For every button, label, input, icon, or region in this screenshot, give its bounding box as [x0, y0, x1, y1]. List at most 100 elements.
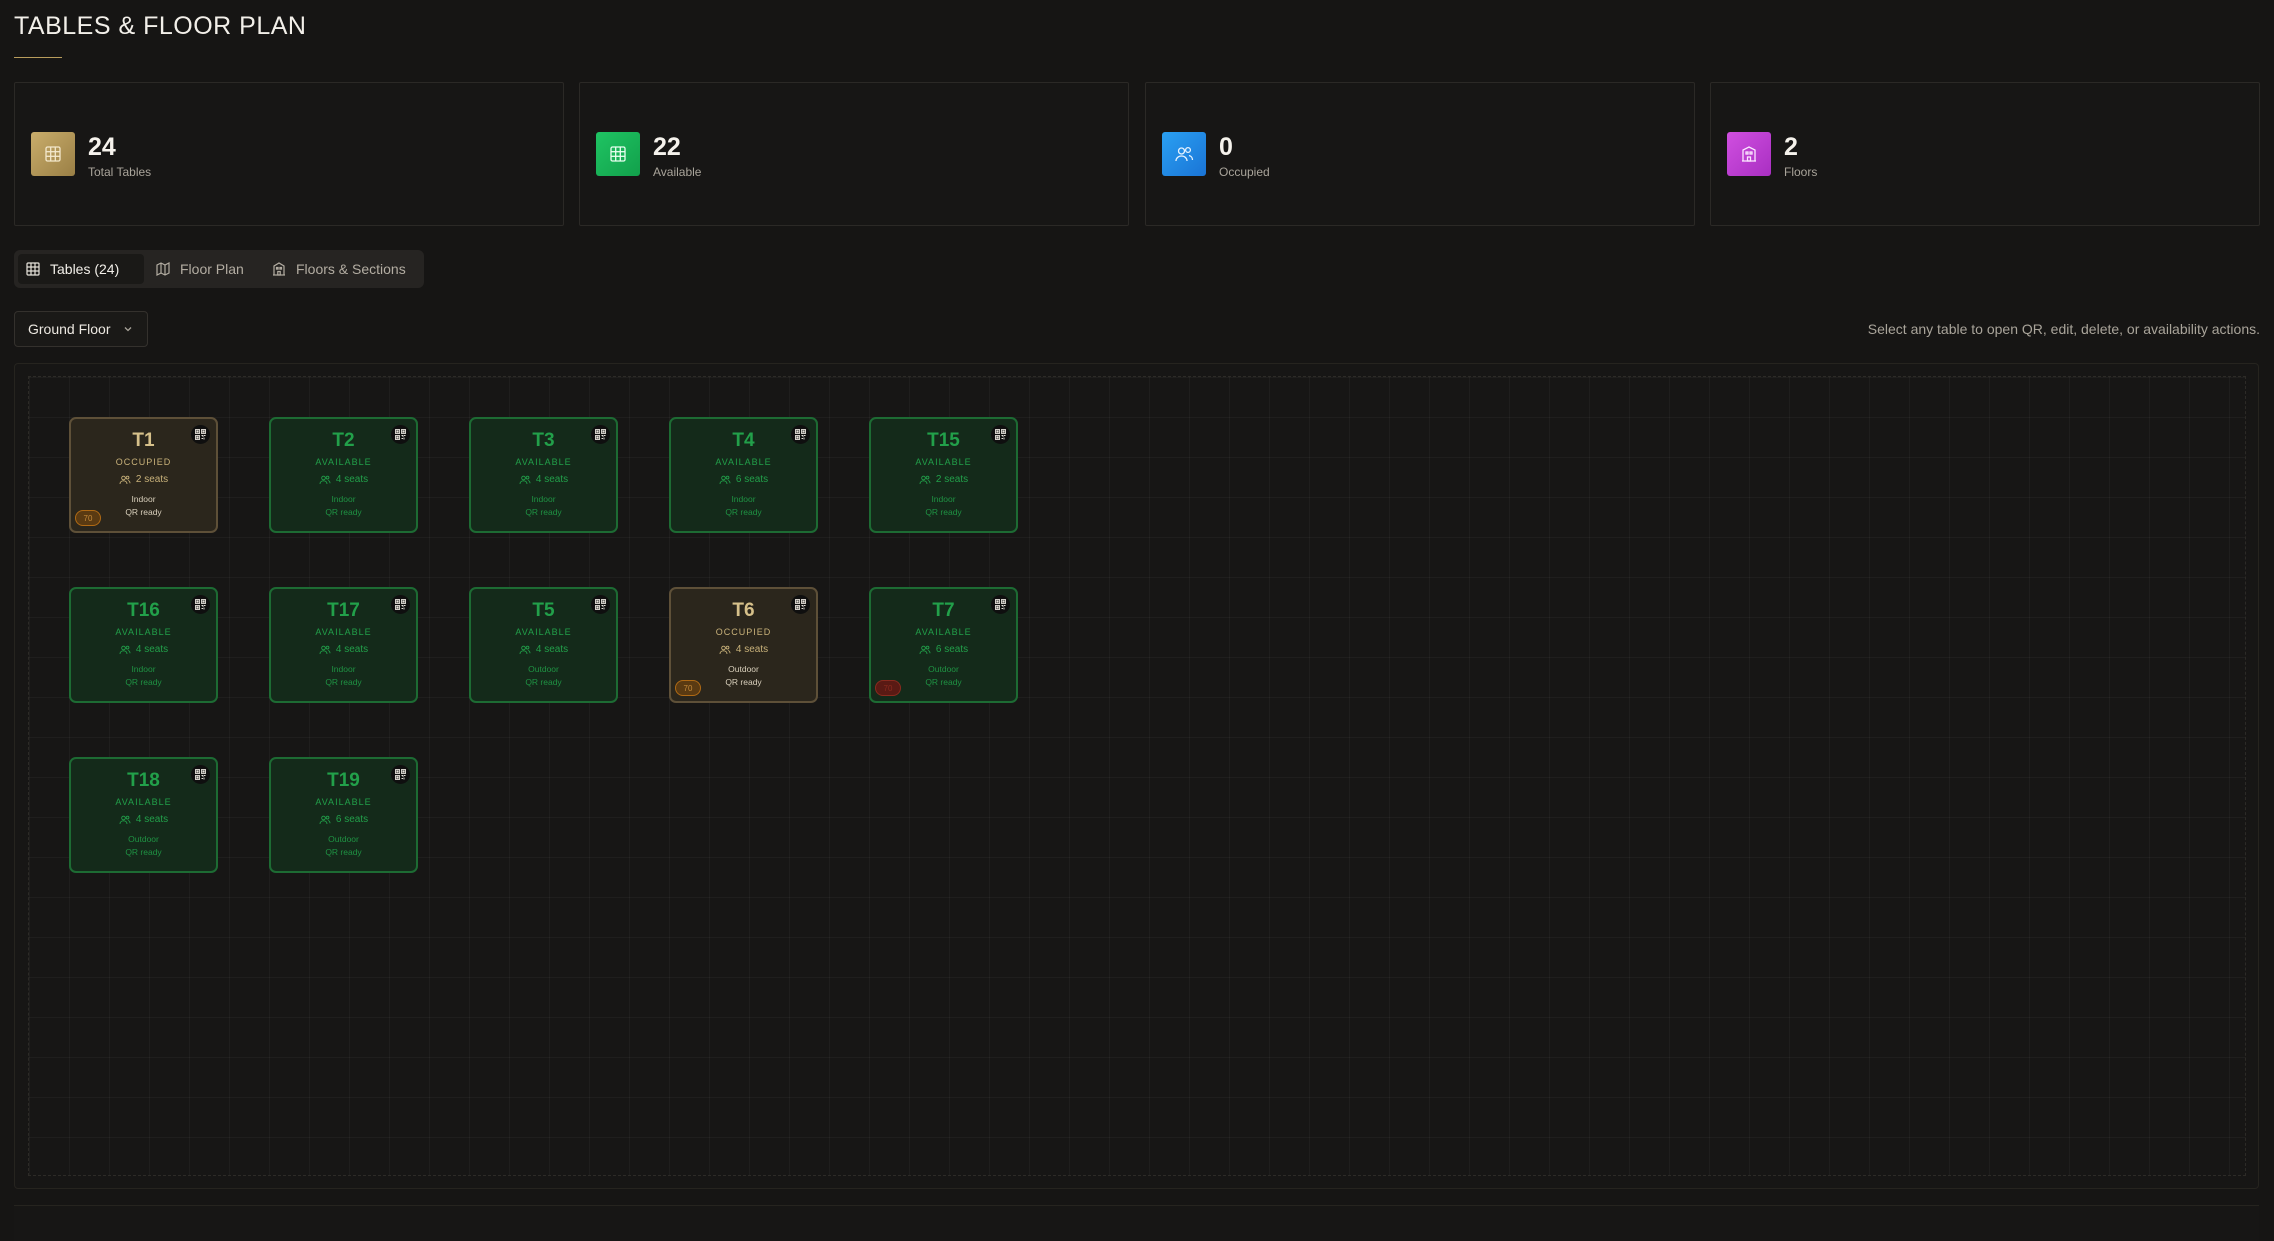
seats-label: 2 seats	[135, 474, 169, 485]
seats-label: 4 seats	[135, 814, 169, 825]
table-status: AVAILABLE	[115, 627, 172, 637]
users-icon	[519, 475, 531, 484]
seats-label: 6 seats	[935, 644, 969, 655]
stat-label: Occupied	[1219, 165, 1270, 179]
table-seats: 4 seats	[271, 474, 416, 485]
floor-select[interactable]: Ground Floor	[14, 311, 148, 347]
grid-icon	[26, 262, 40, 276]
table-status: OCCUPIED	[115, 457, 172, 467]
qr-button[interactable]	[391, 595, 410, 614]
qr-button[interactable]	[191, 595, 210, 614]
tab-label: Tables (24)	[50, 261, 120, 277]
table-zone: Indoor	[131, 664, 156, 674]
qr-button[interactable]	[391, 765, 410, 784]
table-card-t18[interactable]: T18 AVAILABLE 4 seats Outdoor QR ready	[69, 757, 218, 873]
table-card-t1[interactable]: T1 OCCUPIED 2 seats Indoor QR ready 70	[69, 417, 218, 533]
table-status: AVAILABLE	[915, 627, 972, 637]
table-zone: Outdoor	[928, 664, 959, 674]
title-underline	[14, 57, 62, 58]
table-status: AVAILABLE	[315, 627, 372, 637]
table-card-t17[interactable]: T17 AVAILABLE 4 seats Indoor QR ready	[269, 587, 418, 703]
table-seats: 4 seats	[71, 814, 216, 825]
table-card-t3[interactable]: T3 AVAILABLE 4 seats Indoor QR ready	[469, 417, 618, 533]
table-card-t19[interactable]: T19 AVAILABLE 6 seats Outdoor QR ready	[269, 757, 418, 873]
users-icon	[119, 475, 131, 484]
qr-code-icon	[195, 769, 206, 780]
seats-label: 4 seats	[735, 644, 769, 655]
seats-label: 2 seats	[935, 474, 969, 485]
qr-button[interactable]	[591, 425, 610, 444]
bottom-panel	[14, 1205, 2259, 1241]
stat-label: Total Tables	[88, 165, 152, 179]
table-status: AVAILABLE	[115, 797, 172, 807]
table-zone: Indoor	[531, 494, 556, 504]
qr-code-icon	[395, 599, 406, 610]
hint-text: Select any table to open QR, edit, delet…	[1867, 321, 2260, 337]
table-status: AVAILABLE	[315, 457, 372, 467]
timer-badge: 70	[875, 680, 901, 696]
table-zone: Outdoor	[528, 664, 559, 674]
table-seats: 2 seats	[871, 474, 1016, 485]
users-icon	[319, 645, 331, 654]
qr-status: QR ready	[325, 847, 362, 857]
table-status: AVAILABLE	[515, 627, 572, 637]
users-icon	[119, 645, 131, 654]
qr-button[interactable]	[791, 425, 810, 444]
table-zone: Indoor	[331, 664, 356, 674]
table-card-t15[interactable]: T15 AVAILABLE 2 seats Indoor QR ready	[869, 417, 1018, 533]
table-seats: 4 seats	[471, 474, 616, 485]
qr-button[interactable]	[191, 765, 210, 784]
stat-value: 22	[653, 133, 681, 161]
stat-label: Available	[653, 165, 702, 179]
stat-value: 24	[88, 133, 116, 161]
qr-code-icon	[795, 599, 806, 610]
users-icon	[719, 475, 731, 484]
users-icon	[919, 645, 931, 654]
qr-status: QR ready	[125, 677, 162, 687]
table-zone: Indoor	[931, 494, 956, 504]
qr-status: QR ready	[125, 847, 162, 857]
qr-status: QR ready	[525, 507, 562, 517]
table-status: OCCUPIED	[715, 627, 772, 637]
qr-button[interactable]	[391, 425, 410, 444]
qr-button[interactable]	[991, 595, 1010, 614]
qr-button[interactable]	[791, 595, 810, 614]
table-card-t2[interactable]: T2 AVAILABLE 4 seats Indoor QR ready	[269, 417, 418, 533]
qr-button[interactable]	[591, 595, 610, 614]
users-icon	[1162, 132, 1206, 176]
users-icon	[519, 645, 531, 654]
table-seats: 6 seats	[871, 644, 1016, 655]
seats-label: 4 seats	[335, 644, 369, 655]
qr-status: QR ready	[325, 677, 362, 687]
qr-status: QR ready	[925, 507, 962, 517]
tab-floors-sections[interactable]: Floors & Sections	[264, 254, 422, 284]
table-zone: Indoor	[731, 494, 756, 504]
table-seats: 4 seats	[471, 644, 616, 655]
floor-select-value: Ground Floor	[28, 321, 111, 337]
chevron-down-icon	[124, 327, 132, 332]
tab-floor-plan[interactable]: Floor Plan	[148, 254, 260, 284]
tab-tables[interactable]: Tables (24)	[18, 254, 144, 284]
table-seats: 2 seats	[71, 474, 216, 485]
table-card-t4[interactable]: T4 AVAILABLE 6 seats Indoor QR ready	[669, 417, 818, 533]
table-card-t16[interactable]: T16 AVAILABLE 4 seats Indoor QR ready	[69, 587, 218, 703]
table-card-t5[interactable]: T5 AVAILABLE 4 seats Outdoor QR ready	[469, 587, 618, 703]
qr-code-icon	[995, 429, 1006, 440]
users-icon	[919, 475, 931, 484]
seats-label: 4 seats	[335, 474, 369, 485]
users-icon	[319, 475, 331, 484]
stat-card-available: 22 Available	[579, 82, 1129, 226]
qr-code-icon	[195, 599, 206, 610]
table-zone: Outdoor	[328, 834, 359, 844]
table-status: AVAILABLE	[915, 457, 972, 467]
map-icon	[156, 262, 170, 276]
view-tabs: Tables (24) Floor Plan Floors & Sections	[14, 250, 424, 288]
qr-button[interactable]	[191, 425, 210, 444]
qr-button[interactable]	[991, 425, 1010, 444]
table-zone: Outdoor	[728, 664, 759, 674]
table-seats: 4 seats	[71, 644, 216, 655]
table-card-t7[interactable]: T7 AVAILABLE 6 seats Outdoor QR ready 70	[869, 587, 1018, 703]
table-card-t6[interactable]: T6 OCCUPIED 4 seats Outdoor QR ready 70	[669, 587, 818, 703]
table-seats: 4 seats	[671, 644, 816, 655]
table-zone: Indoor	[131, 494, 156, 504]
